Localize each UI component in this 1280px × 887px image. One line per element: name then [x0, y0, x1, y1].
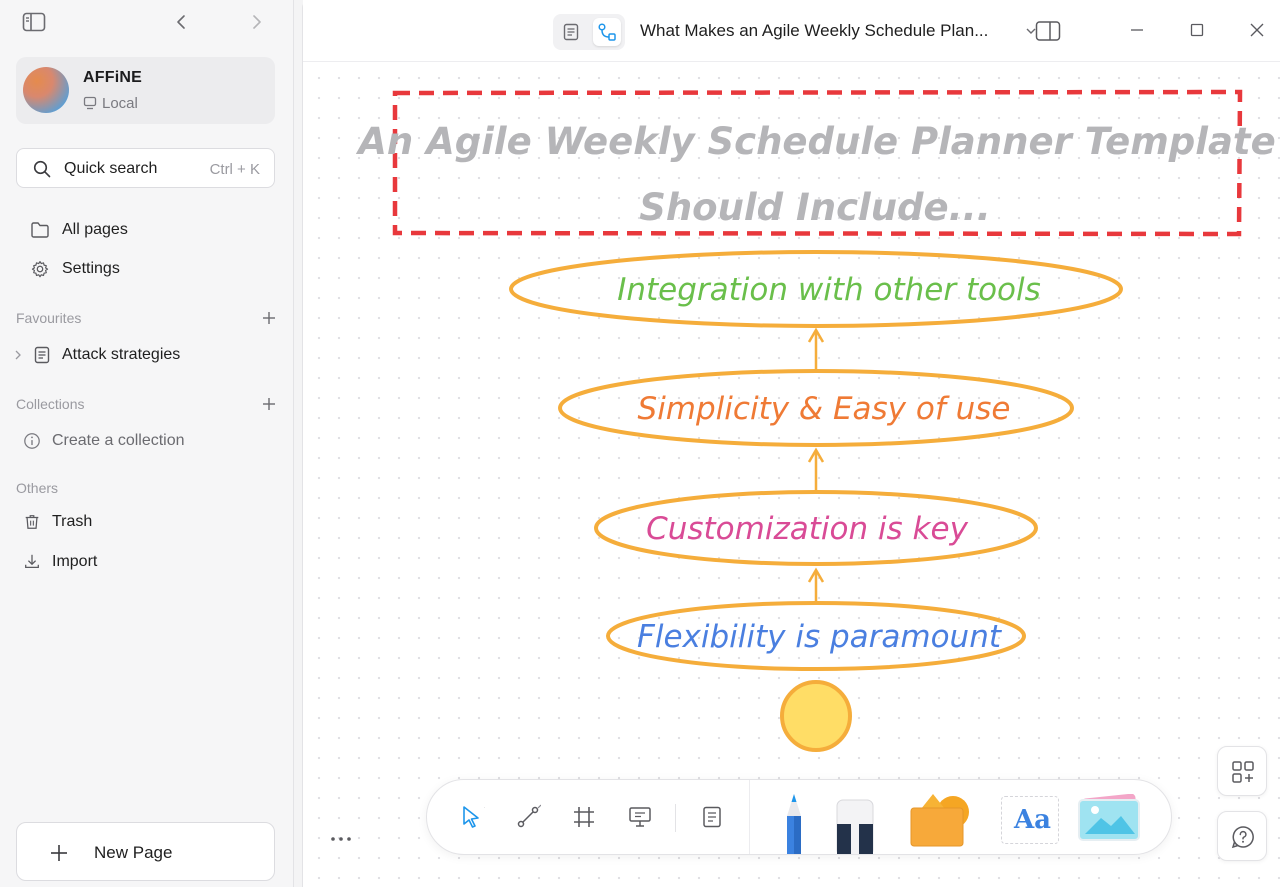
maximize-icon[interactable] — [1189, 22, 1205, 38]
forward-arrow-icon[interactable] — [246, 12, 266, 32]
info-icon — [24, 433, 40, 449]
shape-icon[interactable] — [907, 792, 973, 848]
plus-icon — [51, 845, 67, 861]
pen-icon[interactable] — [781, 794, 807, 855]
sidebar-item-label: Import — [52, 553, 98, 570]
presentation-icon[interactable] — [627, 804, 653, 830]
text-tool-button[interactable]: Aa — [1001, 796, 1059, 844]
favourite-item[interactable]: Attack strategies — [14, 337, 275, 373]
quick-search-button[interactable]: Quick search Ctrl + K — [16, 148, 275, 188]
image-icon[interactable] — [1077, 794, 1143, 844]
back-arrow-icon[interactable] — [172, 12, 192, 32]
favourite-item-label: Attack strategies — [62, 346, 181, 363]
sidebar-item-settings[interactable]: Settings — [16, 251, 275, 287]
page-mode-icon[interactable] — [561, 22, 581, 42]
sidebar-item-all-pages[interactable]: All pages — [16, 212, 275, 248]
workspace-card[interactable]: AFFiNE Local — [16, 57, 275, 124]
minimize-icon[interactable] — [1129, 22, 1145, 38]
new-page-label: New Page — [94, 843, 173, 862]
download-icon — [25, 554, 39, 569]
create-collection-label: Create a collection — [52, 432, 185, 449]
gear-icon — [31, 261, 49, 278]
sidebar-toggle-icon[interactable] — [22, 12, 46, 32]
node-label: Flexibility is paramount — [637, 619, 1003, 655]
help-button[interactable] — [1217, 811, 1267, 861]
right-sidebar-icon[interactable] — [1035, 20, 1061, 42]
collections-heading: Collections — [16, 396, 85, 412]
new-page-button[interactable]: New Page — [16, 822, 275, 881]
sidebar: AFFiNE Local Quick search Ctrl + K All p… — [0, 0, 294, 887]
others-heading: Others — [16, 480, 59, 496]
header: What Makes an Agile Weekly Schedule Plan… — [303, 0, 1280, 62]
node-label: Customization is key — [646, 511, 969, 547]
search-label: Quick search — [64, 160, 158, 177]
search-shortcut: Ctrl + K — [209, 161, 260, 178]
sidebar-item-label: All pages — [62, 221, 128, 238]
select-icon[interactable] — [459, 804, 485, 830]
workspace-name: AFFiNE — [83, 69, 142, 86]
connector-icon[interactable] — [515, 804, 541, 830]
node-label: Simplicity & Easy of use — [638, 391, 1011, 427]
app-window: AFFiNE Local Quick search Ctrl + K All p… — [0, 0, 1280, 887]
workspace-location: Local — [102, 95, 138, 112]
heading-line-1[interactable]: An Agile Weekly Schedule Planner Templat… — [355, 120, 1275, 163]
mindmap-diagram: An Agile Weekly Schedule Planner Templat… — [355, 89, 1276, 752]
help-icon — [1231, 826, 1254, 849]
sidebar-item-label: Settings — [62, 260, 120, 277]
chevron-right-icon[interactable] — [14, 350, 22, 360]
text-icon: Aa — [1014, 805, 1052, 835]
folder-icon — [31, 222, 49, 238]
sidebar-item-label: Trash — [52, 513, 93, 530]
apps-add-icon — [1232, 761, 1254, 783]
computer-icon — [83, 96, 97, 110]
page-icon — [34, 346, 50, 364]
search-icon — [33, 160, 51, 178]
close-icon[interactable] — [1249, 22, 1265, 38]
sidebar-item-import[interactable]: Import — [16, 544, 275, 580]
main-editor: What Makes an Agile Weekly Schedule Plan… — [302, 0, 1280, 887]
more-options-icon[interactable] — [329, 834, 353, 844]
frame-icon[interactable] — [571, 804, 597, 830]
add-favourite-icon[interactable] — [261, 310, 277, 326]
editor-mode-switch — [553, 14, 625, 50]
edgeless-mode-icon — [598, 23, 616, 41]
edgeless-mode-button[interactable] — [593, 18, 621, 46]
heading-line-2[interactable]: Should Include... — [639, 186, 991, 229]
sidebar-item-trash[interactable]: Trash — [16, 504, 275, 540]
node-label: Integration with other tools — [617, 272, 1041, 308]
workspace-avatar — [23, 67, 69, 113]
add-panel-button[interactable] — [1217, 746, 1267, 796]
create-collection-button[interactable]: Create a collection — [16, 423, 275, 459]
favourites-heading: Favourites — [16, 310, 82, 326]
trash-icon — [25, 515, 39, 529]
add-collection-icon[interactable] — [261, 396, 277, 412]
root-circle-node[interactable] — [780, 680, 852, 752]
note-icon[interactable] — [699, 804, 725, 830]
edgeless-toolbar: Aa — [426, 779, 1172, 855]
eraser-icon[interactable] — [833, 798, 877, 855]
doc-title[interactable]: What Makes an Agile Weekly Schedule Plan… — [640, 21, 988, 41]
toolbar-divider — [749, 780, 750, 854]
edgeless-canvas[interactable]: An Agile Weekly Schedule Planner Templat… — [303, 62, 1280, 887]
toolbar-divider — [675, 804, 676, 832]
